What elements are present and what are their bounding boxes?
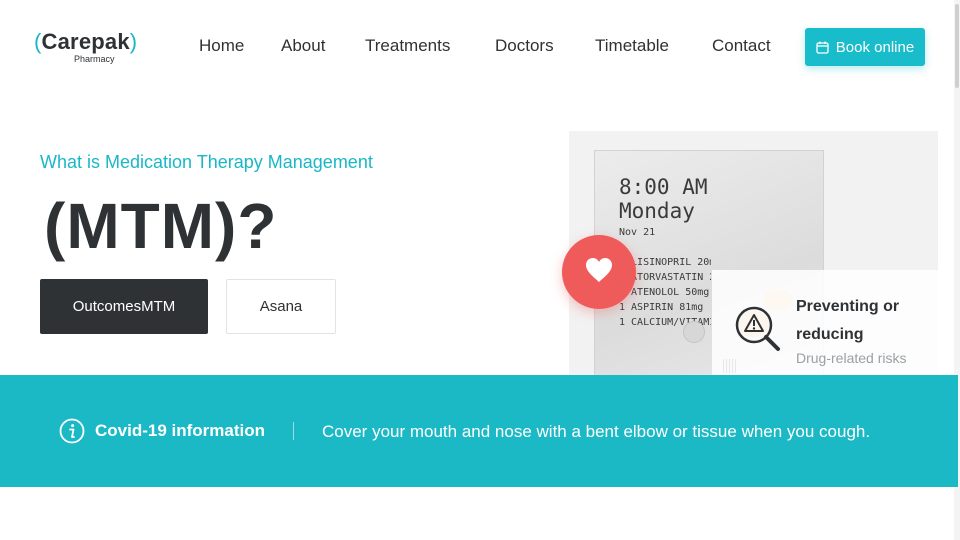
heart-badge[interactable]: [562, 235, 636, 309]
banner-title: Covid-19 information: [95, 421, 266, 440]
card-subtitle: Drug-related risks: [796, 350, 907, 366]
nav-about[interactable]: About: [281, 36, 325, 56]
card-title-line2: reducing: [796, 326, 864, 343]
book-online-label: Book online: [835, 38, 915, 56]
covid-info-banner: Covid-19 information Cover your mouth an…: [0, 375, 958, 487]
pack-day: Monday: [619, 199, 695, 223]
book-online-button[interactable]: Book online: [805, 28, 925, 66]
calendar-icon: [816, 41, 829, 54]
banner-text: Cover your mouth and nose with a bent el…: [322, 422, 871, 441]
pack-time: 8:00 AM: [619, 175, 708, 199]
med-item: 1 ATENOLOL 50mg: [619, 287, 710, 298]
med-item: 1 ASPIRIN 81mg: [619, 302, 704, 313]
banner-divider: [293, 422, 294, 440]
scrollbar-thumb[interactable]: [955, 4, 959, 88]
heart-icon: [585, 257, 613, 288]
nav-doctors[interactable]: Doctors: [495, 36, 554, 56]
asana-button[interactable]: Asana: [226, 279, 336, 334]
hero-kicker: What is Medication Therapy Management: [40, 152, 373, 172]
site-header: (Carepak) Pharmacy Home About Treatments…: [0, 0, 960, 95]
nav-contact[interactable]: Contact: [712, 36, 771, 56]
outcomesmtm-button[interactable]: OutcomesMTM: [40, 279, 208, 334]
nav-treatments[interactable]: Treatments: [365, 36, 450, 56]
nav-timetable[interactable]: Timetable: [595, 36, 669, 56]
hero-title: (MTM)?: [44, 190, 278, 262]
nav-home[interactable]: Home: [199, 36, 244, 56]
warning-magnifier-icon: [734, 304, 784, 359]
pill: [683, 321, 705, 343]
info-card: Preventing or reducing Drug-related risk…: [712, 270, 938, 375]
card-title-line1: Preventing or: [796, 298, 900, 315]
pack-date: Nov 21: [619, 227, 656, 238]
info-icon: [59, 418, 85, 449]
main-nav: Home About Treatments Doctors Timetable …: [0, 36, 800, 60]
